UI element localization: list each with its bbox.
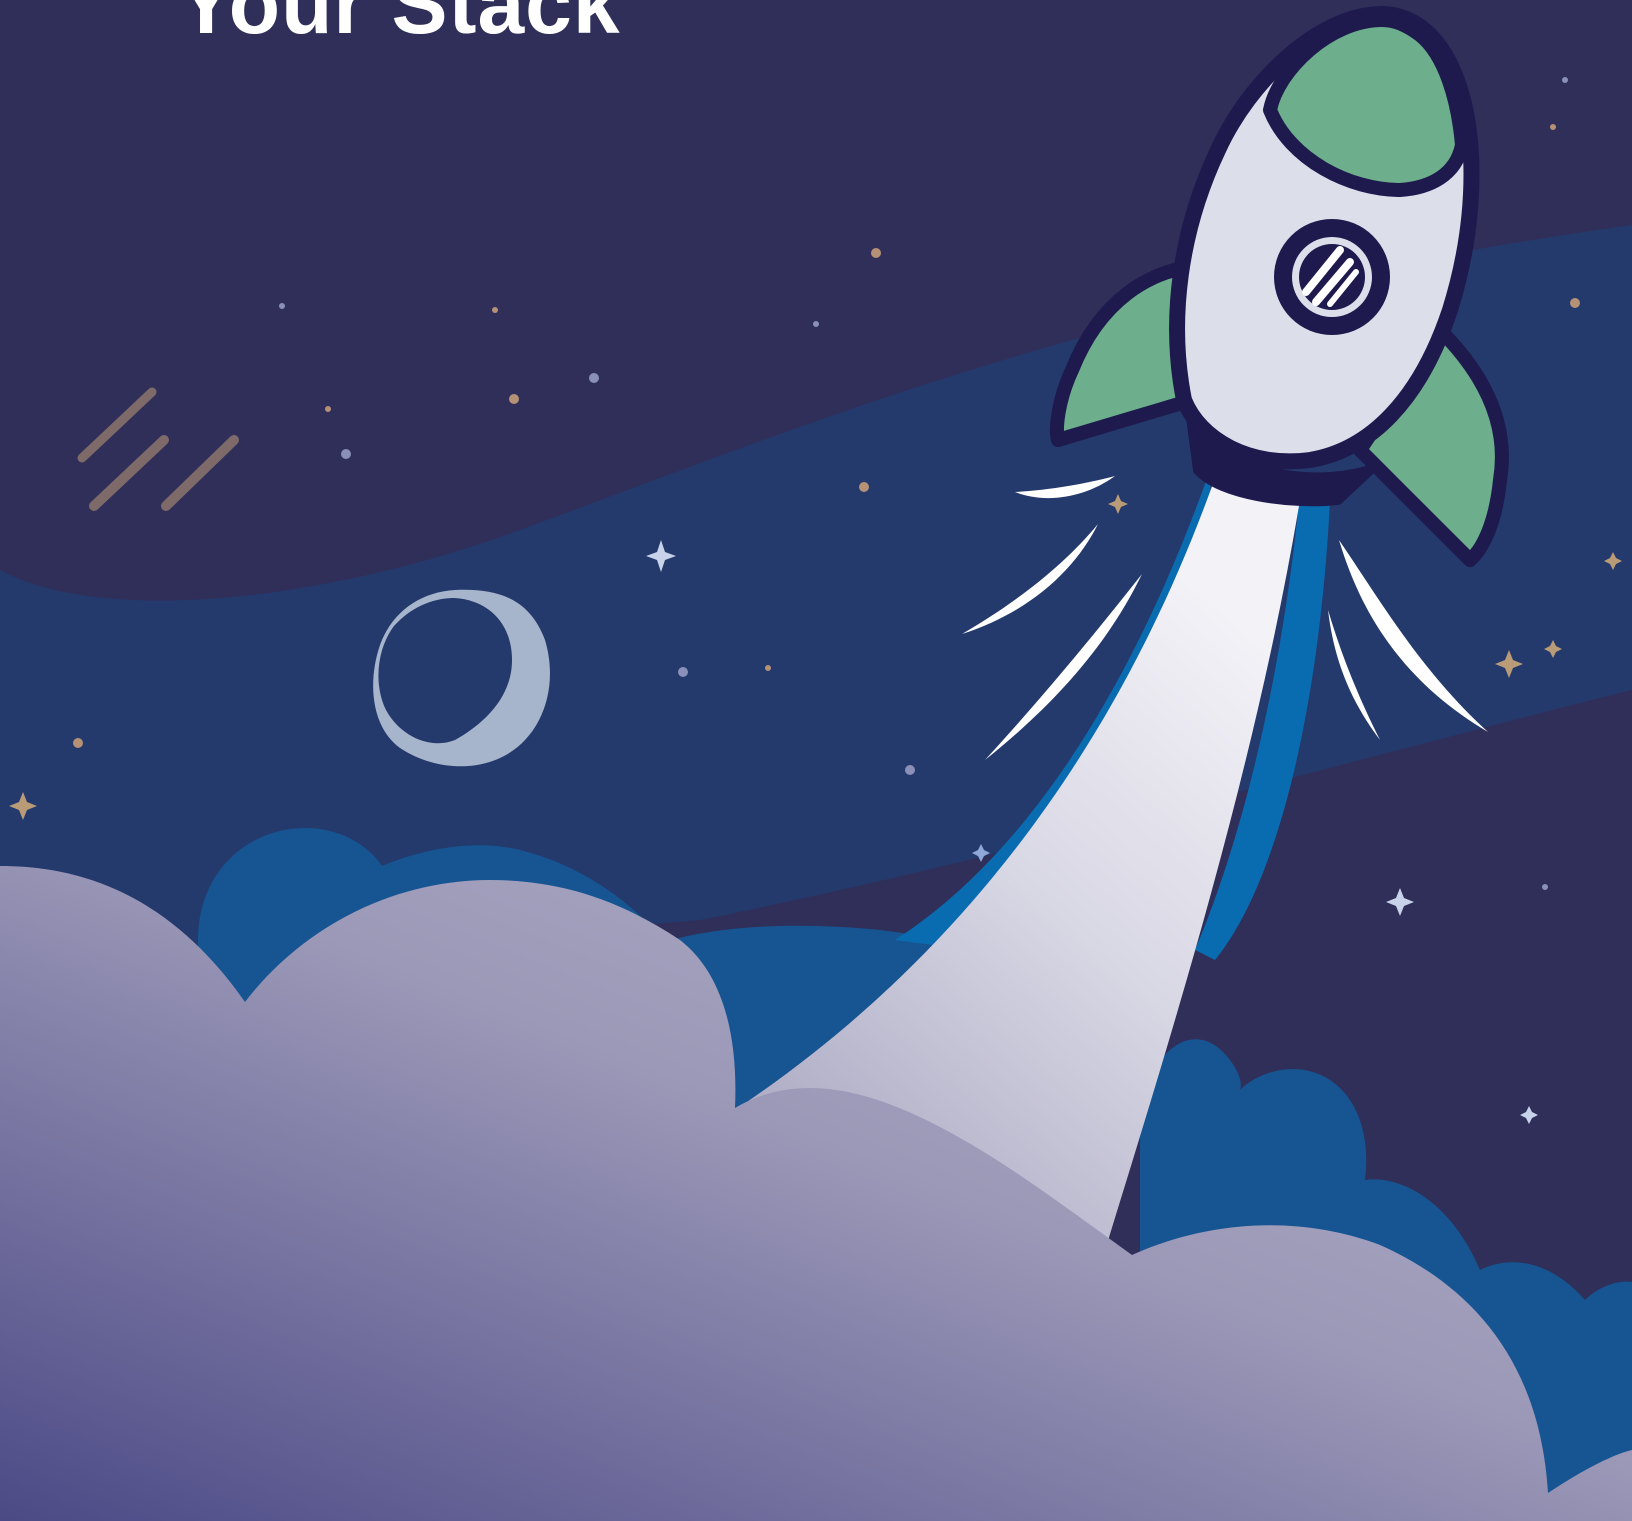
star-icon	[678, 667, 688, 677]
star-icon	[73, 738, 83, 748]
star-icon	[509, 394, 519, 404]
star-icon	[1542, 884, 1548, 890]
page-title: Your Stack	[178, 0, 621, 51]
moon-icon	[373, 589, 550, 767]
star-icon	[325, 406, 331, 412]
star-icon	[341, 449, 351, 459]
star-icon	[813, 321, 819, 327]
star-icon	[492, 307, 498, 313]
space-launch-illustration	[0, 0, 1632, 1521]
star-icon	[859, 482, 869, 492]
star-icon	[589, 373, 599, 383]
star-icon	[1562, 77, 1568, 83]
star-icon	[1570, 298, 1580, 308]
star-icon	[905, 765, 915, 775]
logo-badge-icon	[1274, 219, 1390, 335]
star-icon	[871, 248, 881, 258]
star-icon	[1550, 124, 1556, 130]
star-icon	[765, 665, 771, 671]
star-icon	[279, 303, 285, 309]
